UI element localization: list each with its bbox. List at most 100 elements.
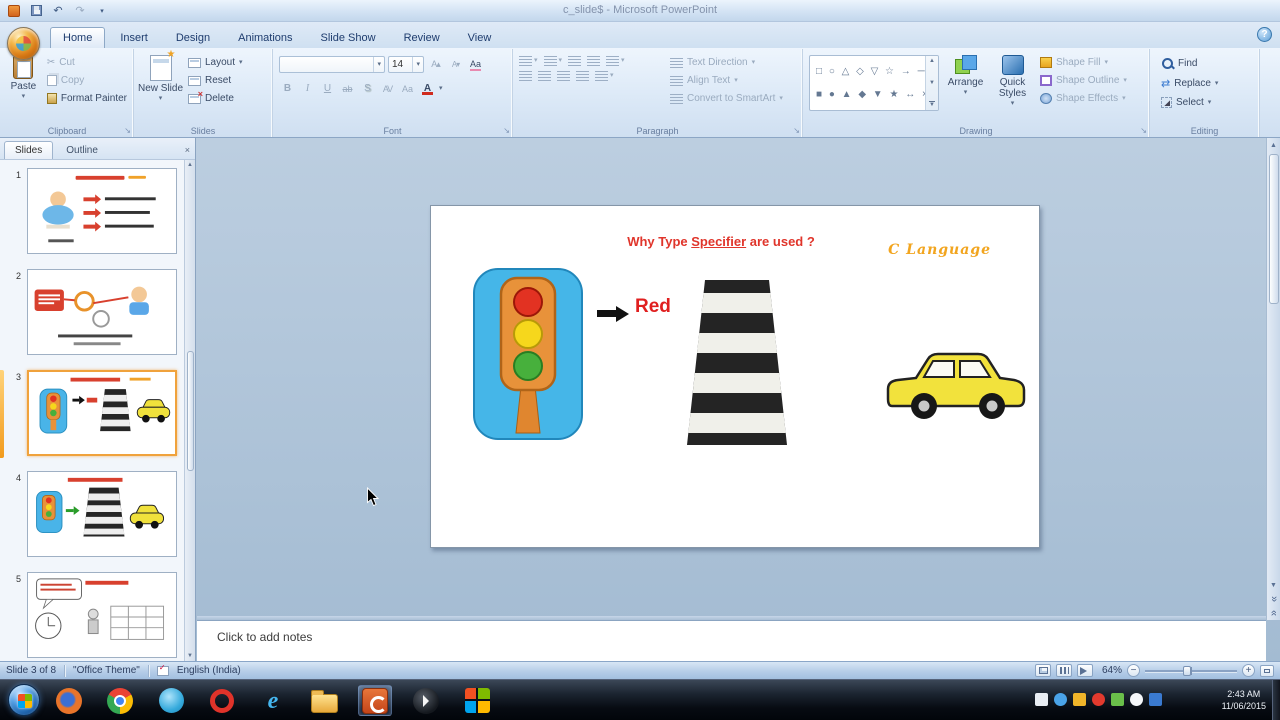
tray-icon[interactable] xyxy=(1054,693,1067,706)
change-case-button[interactable] xyxy=(399,80,416,97)
shapes-row-2[interactable] xyxy=(816,89,922,100)
font-dialog-launcher[interactable] xyxy=(503,127,510,135)
align-right-button[interactable] xyxy=(557,71,570,81)
slideshow-view-button[interactable] xyxy=(1077,664,1093,677)
text-direction-button[interactable]: Text Direction xyxy=(666,55,787,70)
next-slide-button[interactable] xyxy=(1267,607,1280,619)
shape-effects-button[interactable]: Shape Effects xyxy=(1036,91,1131,106)
tray-icon[interactable] xyxy=(1149,693,1162,706)
clipboard-dialog-launcher[interactable] xyxy=(124,127,131,135)
car-image[interactable] xyxy=(886,349,1026,422)
scroll-thumb[interactable] xyxy=(1268,154,1279,304)
text-shadow-button[interactable] xyxy=(359,80,376,97)
columns-button[interactable] xyxy=(595,71,614,81)
shape-fill-button[interactable]: Shape Fill xyxy=(1036,55,1131,70)
notes-pane[interactable]: Click to add notes xyxy=(197,620,1266,661)
panel-scroll-thumb[interactable] xyxy=(186,350,194,471)
tab-design[interactable]: Design xyxy=(163,27,223,49)
spellcheck-icon[interactable] xyxy=(156,663,169,676)
quick-styles-button[interactable]: Quick Styles xyxy=(989,52,1036,122)
tray-icon[interactable] xyxy=(1130,693,1143,706)
normal-view-button[interactable] xyxy=(1035,664,1051,677)
zebra-crossing-image[interactable] xyxy=(687,280,787,445)
tray-icon[interactable] xyxy=(1111,693,1124,706)
zoom-slider-thumb[interactable] xyxy=(1183,666,1191,676)
underline-button[interactable] xyxy=(319,80,336,97)
tray-icon[interactable] xyxy=(1073,693,1086,706)
shrink-font-button[interactable] xyxy=(447,56,464,73)
find-button[interactable]: Find xyxy=(1157,55,1257,72)
replace-button[interactable]: Replace xyxy=(1157,75,1257,92)
thumbnail-frame[interactable] xyxy=(27,471,177,557)
slide-thumbnail-3-selected[interactable]: 3 xyxy=(0,370,184,458)
taskbar-clock[interactable]: 2:43 AM 11/06/2015 xyxy=(1222,688,1266,712)
align-left-button[interactable] xyxy=(519,71,532,81)
slide-thumbnail-5[interactable]: 5 xyxy=(0,572,184,660)
opera-taskbar-button[interactable] xyxy=(205,685,239,716)
tray-icon[interactable] xyxy=(1035,693,1048,706)
help-button[interactable] xyxy=(1257,27,1272,42)
traffic-light-image[interactable] xyxy=(473,268,583,440)
clear-formatting-button[interactable] xyxy=(467,56,484,73)
slide-thumbnail-1[interactable]: 1 xyxy=(0,168,184,256)
start-button[interactable] xyxy=(8,684,40,716)
font-size-combobox[interactable]: 14 xyxy=(388,56,424,73)
decrease-indent-button[interactable] xyxy=(568,56,582,66)
convert-smartart-button[interactable]: Convert to SmartArt xyxy=(666,91,787,106)
tab-view[interactable]: View xyxy=(455,27,505,49)
firefox-taskbar-button[interactable] xyxy=(52,685,86,716)
main-scrollbar[interactable] xyxy=(1266,138,1280,620)
font-color-dropdown-icon[interactable] xyxy=(439,86,443,92)
paste-button[interactable]: Paste xyxy=(4,52,43,122)
office-button[interactable] xyxy=(7,27,40,60)
character-spacing-button[interactable] xyxy=(379,80,396,97)
c-language-watermark[interactable]: C Language xyxy=(888,242,991,258)
slide-sorter-view-button[interactable] xyxy=(1056,664,1072,677)
numbering-button[interactable] xyxy=(543,56,563,66)
scroll-track[interactable] xyxy=(1268,152,1279,578)
previous-slide-button[interactable] xyxy=(1267,593,1280,605)
scroll-up-button[interactable] xyxy=(1268,138,1280,152)
panel-scroll-down-icon[interactable] xyxy=(187,653,193,659)
thumbnail-frame[interactable] xyxy=(27,572,177,658)
shapes-gallery-scrollbar[interactable] xyxy=(925,56,938,110)
grow-font-button[interactable] xyxy=(427,56,444,73)
paste-dropdown-icon[interactable] xyxy=(22,94,26,100)
thumbnail-frame[interactable] xyxy=(27,269,177,355)
zoom-out-button[interactable] xyxy=(1127,664,1140,677)
chrome-taskbar-button[interactable] xyxy=(103,685,137,716)
tab-animations[interactable]: Animations xyxy=(225,27,305,49)
media-player-taskbar-button[interactable] xyxy=(409,685,443,716)
copy-button[interactable]: Copy xyxy=(43,73,131,88)
shapes-scroll-down-icon[interactable] xyxy=(929,80,935,86)
increase-indent-button[interactable] xyxy=(587,56,601,66)
shapes-row-1[interactable] xyxy=(816,66,922,77)
tray-icon[interactable] xyxy=(1092,693,1105,706)
tab-slides-thumbnails[interactable]: Slides xyxy=(4,141,54,159)
tab-insert[interactable]: Insert xyxy=(107,27,161,49)
cut-button[interactable]: Cut xyxy=(43,55,131,70)
fit-slide-to-window-button[interactable] xyxy=(1260,664,1274,677)
tab-home[interactable]: Home xyxy=(50,27,106,49)
tab-review[interactable]: Review xyxy=(391,27,453,49)
thumbnail-frame[interactable] xyxy=(27,168,177,254)
tab-slide-show[interactable]: Slide Show xyxy=(308,27,389,49)
explorer-taskbar-button[interactable] xyxy=(307,685,341,716)
drawing-dialog-launcher[interactable] xyxy=(1140,127,1147,135)
tab-outline[interactable]: Outline xyxy=(55,141,109,159)
arrange-button[interactable]: Arrange xyxy=(942,52,989,122)
align-text-button[interactable]: Align Text xyxy=(666,73,787,88)
slide-title-textbox[interactable]: Why Type Specifier are used ? xyxy=(571,234,871,249)
line-spacing-button[interactable] xyxy=(606,56,625,66)
bullets-button[interactable] xyxy=(519,56,538,66)
red-signal-label[interactable]: Red xyxy=(635,296,671,318)
shapes-more-icon[interactable] xyxy=(929,102,935,108)
layout-button[interactable]: Layout xyxy=(184,55,247,70)
zoom-slider[interactable] xyxy=(1145,664,1237,677)
scroll-down-button[interactable] xyxy=(1268,578,1280,592)
panel-close-button[interactable] xyxy=(185,145,190,155)
arrow-shape[interactable] xyxy=(597,306,631,322)
internet-explorer-taskbar-button[interactable]: e xyxy=(256,685,290,716)
paragraph-dialog-launcher[interactable] xyxy=(793,127,800,135)
align-center-button[interactable] xyxy=(538,71,551,81)
